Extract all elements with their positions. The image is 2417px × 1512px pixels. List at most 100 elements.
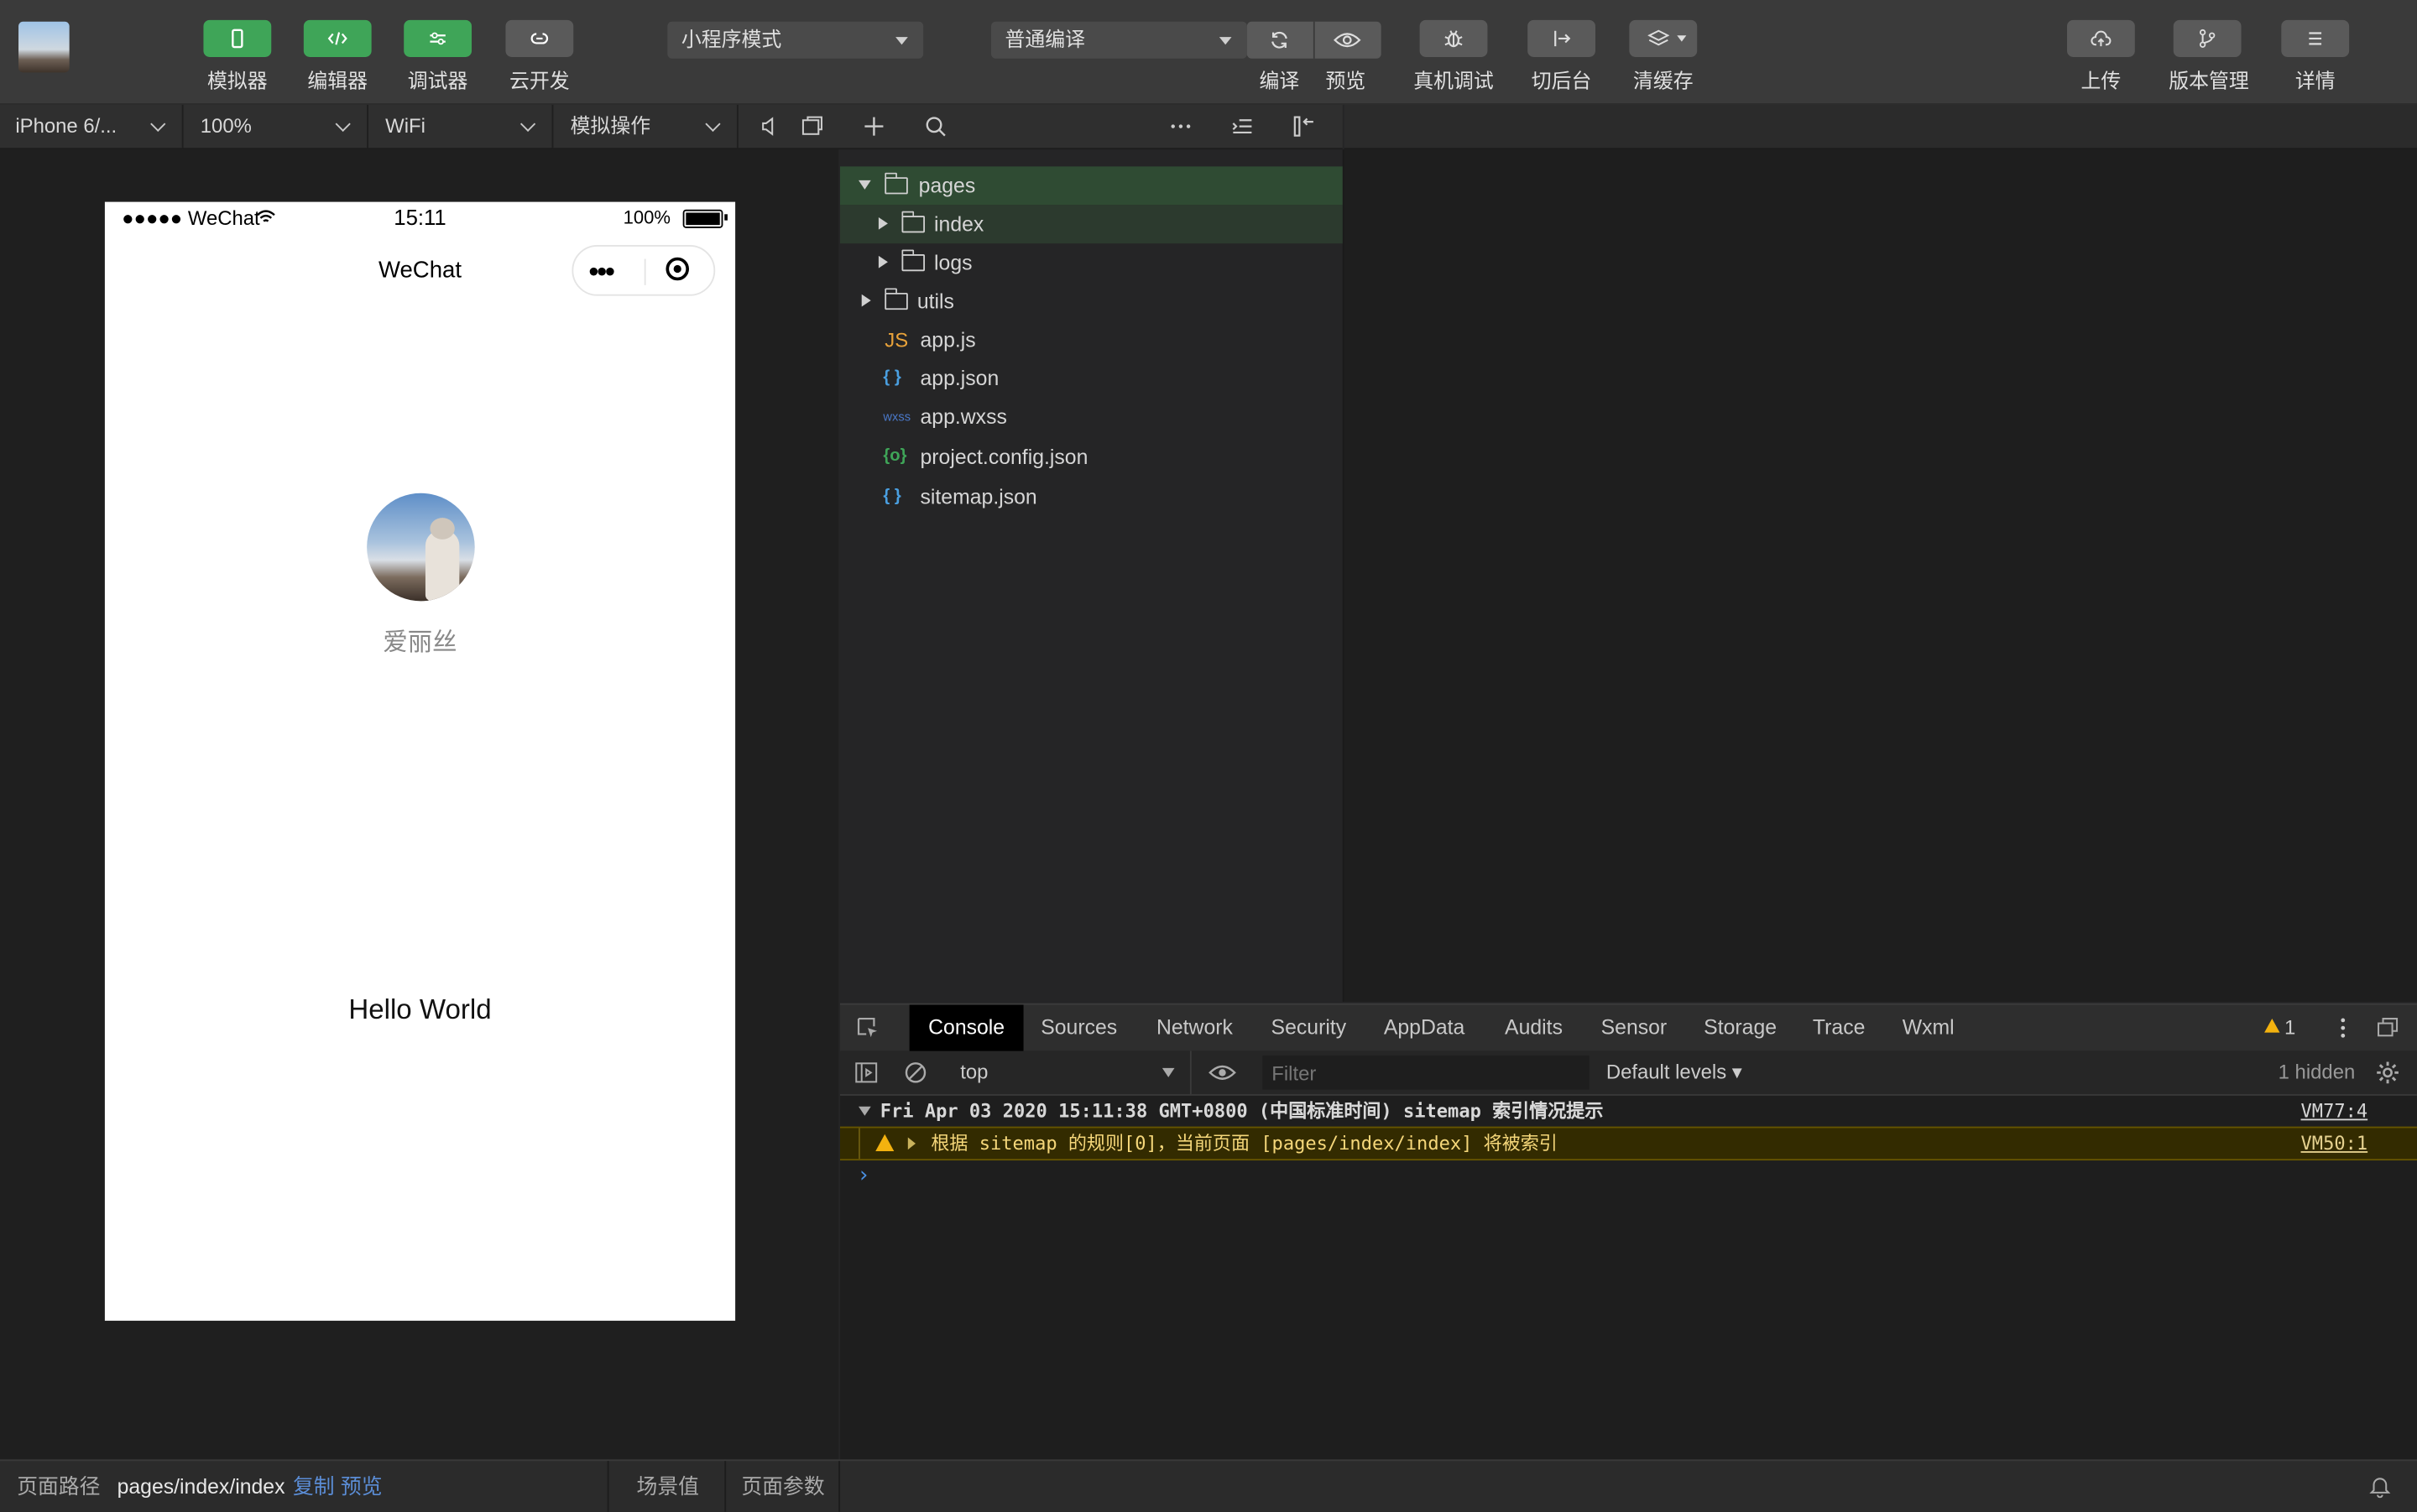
tree-item-label: logs [934,251,973,274]
prompt-chevron-icon: › [857,1163,870,1189]
menu-icon [2309,32,2322,45]
tab-sources[interactable]: Sources [1030,1005,1129,1051]
simulator-toggle-button[interactable] [203,19,272,57]
upload-label: 上传 [2080,69,2122,93]
log-levels-select[interactable]: Default levels ▾ [1606,1061,1742,1085]
cloud-dev-button[interactable] [505,19,574,57]
operation-select-value: 模拟操作 [570,113,651,138]
more-dots-icon[interactable]: ••• [589,256,615,289]
details-button[interactable] [2281,19,2350,57]
console-group-row[interactable]: Fri Apr 03 2020 15:11:38 GMT+0800 (中国标准时… [840,1096,2417,1127]
account-avatar[interactable] [18,21,70,73]
tab-wxml[interactable]: Wxml [1892,1005,1963,1051]
preview-path-link[interactable]: 预览 [341,1461,383,1512]
gear-icon[interactable] [2375,1061,2399,1085]
code-editor[interactable] [1344,149,2417,1002]
copy-path-link[interactable]: 复制 [293,1461,335,1512]
tab-appdata[interactable]: AppData [1376,1005,1472,1051]
toggle-panel-icon[interactable] [1292,114,1316,138]
collapsed-arrow-icon [878,255,888,269]
sidebar-toggle-icon[interactable] [854,1061,879,1085]
volume-icon[interactable] [757,114,781,138]
tree-file-sitemap-json[interactable]: { } sitemap.json [840,477,1343,516]
folder-icon [901,249,926,272]
tab-security[interactable]: Security [1261,1005,1356,1051]
simulate-operation-select[interactable]: 模拟操作 [555,104,739,149]
compile-select-value: 普通编译 [1005,28,1086,51]
more-icon[interactable] [1168,114,1193,138]
status-bar: 页面路径 pages/index/index 复制 预览 场景值 页面参数 [0,1459,2417,1512]
inspect-element-icon[interactable] [855,1015,880,1040]
search-icon[interactable] [923,114,947,138]
device-select[interactable]: iPhone 6/... [0,104,184,149]
scene-value-button[interactable]: 场景值 [637,1461,699,1512]
editor-toggle-button[interactable] [303,19,372,57]
detach-window-icon[interactable] [800,114,824,138]
console-toolbar: top Default levels ▾ 1 hidden [840,1051,2417,1096]
tab-storage[interactable]: Storage [1694,1005,1787,1051]
user-avatar[interactable] [367,493,475,602]
log-source-link[interactable]: VM50:1 [2301,1128,2368,1159]
tab-audits[interactable]: Audits [1494,1005,1574,1051]
refresh-icon[interactable] [1269,29,1291,51]
log-text: Fri Apr 03 2020 15:11:38 GMT+0800 (中国标准时… [880,1100,1604,1123]
preview-label[interactable]: 预览 [1292,65,1400,94]
code-icon [327,32,347,45]
clear-console-icon[interactable] [903,1061,927,1085]
version-control-button[interactable] [2173,19,2242,57]
compile-mode-select[interactable]: 普通编译 [990,21,1247,59]
capsule-menu[interactable]: ••• [572,245,716,296]
live-expression-eye-icon[interactable] [1208,1061,1236,1083]
caret-down-icon [1219,37,1232,45]
console-output[interactable]: Fri Apr 03 2020 15:11:38 GMT+0800 (中国标准时… [840,1095,2417,1460]
debugger-label: 调试器 [407,69,468,93]
tab-trace[interactable]: Trace [1805,1005,1873,1051]
plus-icon[interactable] [862,114,886,138]
mode-select[interactable]: 小程序模式 [667,21,924,59]
collapsed-arrow-icon [861,294,871,307]
tree-file-app-json[interactable]: { } app.json [840,359,1343,398]
tab-sensor[interactable]: Sensor [1592,1005,1675,1051]
chevron-down-icon [705,116,721,132]
tab-console[interactable]: Console [909,1004,1024,1051]
tree-file-project-config[interactable]: {o} project.config.json [840,438,1343,477]
background-button[interactable] [1527,19,1595,57]
debugger-toggle-button[interactable] [404,19,472,57]
bell-icon[interactable] [2369,1475,2391,1499]
eye-icon[interactable] [1334,29,1361,51]
phone-icon [232,29,243,49]
remote-debug-button[interactable] [1419,19,1488,57]
bug-icon [1444,30,1463,48]
folder-icon [885,288,908,310]
tree-file-app-wxss[interactable]: wxss app.wxss [840,398,1343,436]
battery-icon [682,209,723,228]
page-params-button[interactable]: 页面参数 [741,1461,824,1512]
console-prompt[interactable]: › [840,1160,2417,1191]
devtools-tabs: Console Sources Network Security AppData… [840,1003,2417,1053]
console-filter-input[interactable] [1262,1056,1590,1090]
context-select[interactable]: top [943,1051,1192,1095]
clear-cache-button[interactable] [1629,19,1698,57]
phone-screen[interactable]: ●●●●● WeChat 15:11 100% WeChat ••• 爱丽丝 H… [104,201,736,1322]
network-select[interactable]: WiFi [370,104,554,149]
close-target-icon[interactable] [666,257,690,281]
upload-button[interactable] [2067,19,2135,57]
zoom-select[interactable]: 100% [185,104,368,149]
tree-folder-utils[interactable]: utils [840,282,1343,321]
tab-network[interactable]: Network [1147,1005,1243,1051]
warning-count[interactable]: 1 [2284,1015,2295,1039]
console-warning-row[interactable]: 根据 sitemap 的规则[0]，当前页面 [pages/index/inde… [840,1126,2417,1161]
page-path-label: 页面路径 [17,1474,101,1499]
tree-folder-logs[interactable]: logs [840,243,1343,282]
log-source-link[interactable]: VM77:4 [2301,1096,2368,1127]
tree-folder-index[interactable]: index [840,205,1343,244]
tree-item-label: pages [918,174,976,198]
collapse-all-icon[interactable] [1230,114,1255,138]
tree-file-app-js[interactable]: JS app.js [840,321,1343,359]
dock-icon[interactable] [2375,1015,2399,1040]
tree-folder-pages[interactable]: pages [840,166,1343,206]
remote-debug-label: 真机调试 [1413,69,1494,93]
kebab-menu-icon[interactable] [2331,1015,2355,1040]
cloud-dev-label: 云开发 [509,69,570,93]
device-select-value: iPhone 6/... [15,113,117,138]
